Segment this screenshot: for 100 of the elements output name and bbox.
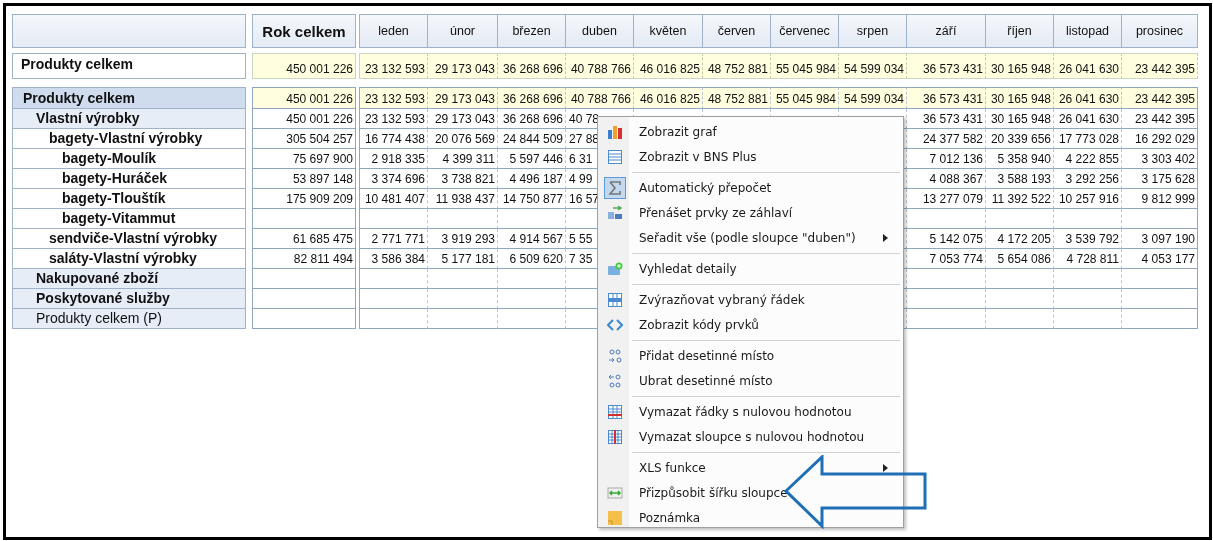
table-cell: 54 599 034 [839, 53, 907, 79]
table-cell: 30 165 948 [986, 53, 1054, 79]
row-header[interactable]: Vlastní výrobky [12, 109, 246, 129]
table-cell: 175 909 209 [252, 189, 356, 209]
row-header[interactable]: sendviče-Vlastní výrobky [12, 229, 246, 249]
table-cell: 82 811 494 [252, 249, 356, 269]
row-header[interactable]: Produkty celkem [12, 87, 246, 109]
empty-cell [986, 269, 1054, 289]
row-header[interactable]: Poskytované služby [12, 289, 246, 309]
table-cell: 46 016 825 [634, 53, 703, 79]
table-cell: 10 257 916 [1054, 189, 1122, 209]
table-cell: 30 165 948 [986, 109, 1054, 129]
menu-item[interactable]: Vymazat řádky s nulovou hodnotou [598, 399, 903, 424]
table-cell: 20 339 656 [986, 129, 1054, 149]
table-cell: 450 001 226 [252, 109, 356, 129]
table-cell: 36 268 696 [498, 87, 566, 109]
bar-chart-icon [607, 123, 623, 140]
table-cell: 48 752 881 [703, 53, 771, 79]
table-cell: 26 041 630 [1054, 109, 1122, 129]
table-cell: 13 277 079 [907, 189, 986, 209]
column-header: březen [498, 14, 566, 48]
row-header[interactable]: bagety-Vlastní výrobky [12, 129, 246, 149]
empty-cell [428, 269, 498, 289]
table-cell: 23 132 593 [359, 87, 428, 109]
empty-cell [359, 269, 428, 289]
remove-decimal-icon [607, 372, 623, 389]
table-cell: 5 177 181 [428, 249, 498, 269]
table-cell: 23 442 395 [1122, 109, 1198, 129]
table-cell: 75 697 900 [252, 149, 356, 169]
delete-rows-icon [607, 403, 623, 420]
row-header[interactable]: saláty-Vlastní výrobky [12, 249, 246, 269]
empty-cell [986, 289, 1054, 309]
table-cell: 5 358 940 [986, 149, 1054, 169]
row-header[interactable]: Produkty celkem (P) [12, 309, 246, 329]
empty-cell [359, 209, 428, 229]
column-header: červenec [771, 14, 839, 48]
table-cell: 36 573 431 [907, 53, 986, 79]
column-header: leden [359, 14, 428, 48]
table-cell: 36 268 696 [498, 53, 566, 79]
table-cell: 23 442 395 [1122, 87, 1198, 109]
row-header[interactable]: bagety-Vitammut [12, 209, 246, 229]
table-cell: 4 088 367 [907, 169, 986, 189]
table-cell: 4 222 855 [1054, 149, 1122, 169]
table-cell: 14 750 877 [498, 189, 566, 209]
empty-cell [428, 309, 498, 329]
table-highlight-icon [607, 291, 623, 308]
menu-item[interactable]: Přizpůsobit šířku sloupce [598, 480, 903, 505]
menu-item[interactable]: Ubrat desetinné místo [598, 368, 903, 393]
table-cell: 11 392 522 [986, 189, 1054, 209]
table-cell: 23 132 593 [359, 109, 428, 129]
submenu-arrow-icon [883, 234, 889, 242]
menu-item[interactable]: Vymazat sloupce s nulovou hodnotou [598, 424, 903, 449]
column-header: listopad [1054, 14, 1122, 48]
table-cell: 29 173 043 [428, 109, 498, 129]
table-cell: 450 001 226 [252, 87, 356, 109]
menu-item[interactable]: XLS funkce [598, 455, 903, 480]
table-cell: 36 573 431 [907, 87, 986, 109]
table-cell: 23 442 395 [1122, 53, 1198, 79]
table-cell: 26 041 630 [1054, 87, 1122, 109]
table-cell: 4 496 187 [498, 169, 566, 189]
table-cell: 55 045 984 [771, 87, 839, 109]
menu-item[interactable]: Přidat desetinné místo [598, 343, 903, 368]
empty-cell [1054, 289, 1122, 309]
table-cell: 29 173 043 [428, 53, 498, 79]
sigma-icon [607, 179, 623, 196]
table-cell: 24 844 509 [498, 129, 566, 149]
table-cell: 4 728 811 [1054, 249, 1122, 269]
table-cell: 11 938 437 [428, 189, 498, 209]
table-cell: 5 142 075 [907, 229, 986, 249]
table-cell: 20 076 569 [428, 129, 498, 149]
table-cell: 61 685 475 [252, 229, 356, 249]
resize-column-icon [607, 484, 623, 501]
menu-item[interactable]: Zvýrazňovat vybraný řádek [598, 287, 903, 312]
column-header: únor [428, 14, 498, 48]
add-decimal-icon [607, 347, 623, 364]
table-cell: 55 045 984 [771, 53, 839, 79]
table-cell: 40 788 766 [566, 87, 634, 109]
table-cell: 4 172 205 [986, 229, 1054, 249]
table-cell: 3 175 628 [1122, 169, 1198, 189]
table-cell: 3 303 402 [1122, 149, 1198, 169]
table-cell: 5 597 446 [498, 149, 566, 169]
row-header[interactable]: bagety-Tlouštík [12, 189, 246, 209]
code-brackets-icon [607, 316, 623, 333]
column-header: duben [566, 14, 634, 48]
row-header[interactable]: bagety-Moulík [12, 149, 246, 169]
menu-item[interactable]: Zobrazit kódy prvků [598, 312, 903, 337]
table-cell: 7 053 774 [907, 249, 986, 269]
menu-item[interactable]: Poznámka [598, 505, 903, 530]
table-cell: 54 599 034 [839, 87, 907, 109]
table-cell: 3 539 792 [1054, 229, 1122, 249]
note-icon [607, 509, 623, 526]
table-cell: 3 097 190 [1122, 229, 1198, 249]
row-header[interactable]: Nakupované zboží [12, 269, 246, 289]
row-header[interactable]: bagety-Huráček [12, 169, 246, 189]
column-header: prosinec [1122, 14, 1198, 48]
table-cell: 4 399 311 [428, 149, 498, 169]
empty-cell [1054, 309, 1122, 329]
table-cell: 17 773 028 [1054, 129, 1122, 149]
table-cell: 48 752 881 [703, 87, 771, 109]
table-cell: 29 173 043 [428, 87, 498, 109]
